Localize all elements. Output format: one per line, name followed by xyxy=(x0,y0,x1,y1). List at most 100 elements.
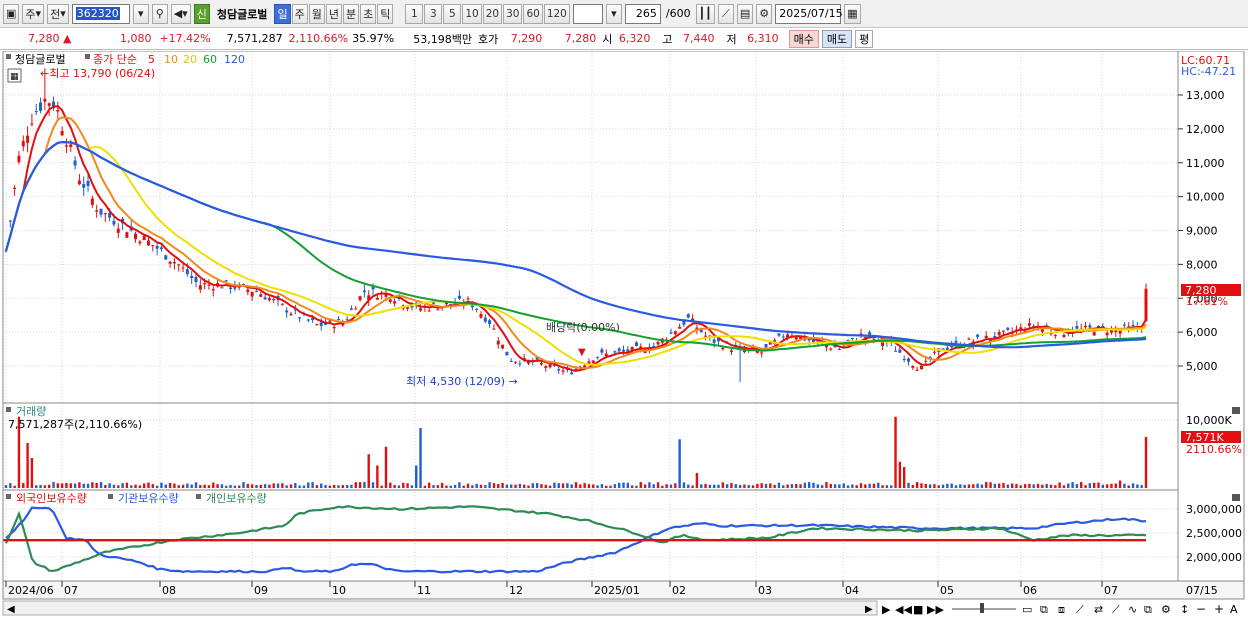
volume-bar xyxy=(112,484,116,488)
volume-bar xyxy=(652,484,655,488)
sell-button[interactable]: 매도 xyxy=(821,29,853,48)
new-listing-badge: 신 xyxy=(193,3,210,24)
panel-close-icon[interactable] xyxy=(1232,494,1240,501)
candle-body xyxy=(898,349,902,353)
dropdown-arrow-icon[interactable]: ▾ xyxy=(132,3,149,24)
scroll-right-icon[interactable]: ▶ xyxy=(865,604,873,615)
volume-bar xyxy=(1118,480,1122,488)
volume-bar xyxy=(1075,484,1079,488)
dropdown-arrow-icon[interactable]: ▾ xyxy=(605,3,622,24)
speaker-icon[interactable]: ◀▾ xyxy=(170,3,191,24)
interval-tab[interactable]: 120 xyxy=(543,3,570,24)
settings-small-icon[interactable]: ⚙ xyxy=(1161,603,1171,616)
volume-bar xyxy=(285,485,288,488)
calendar-icon[interactable]: ▦ xyxy=(844,3,861,24)
candle-body xyxy=(246,289,250,293)
period-tab[interactable]: 일 xyxy=(274,3,291,24)
volume-bar xyxy=(890,485,893,488)
candle-body xyxy=(319,322,323,326)
volume-bar xyxy=(384,446,388,488)
stop-icon[interactable]: ■ xyxy=(913,603,923,616)
zoom-in-icon[interactable]: + xyxy=(1214,602,1224,616)
period-tab[interactable]: 년 xyxy=(325,3,342,24)
volume-bar xyxy=(1019,485,1022,488)
share-icon[interactable]: ⧉ xyxy=(1144,603,1152,616)
date-input[interactable]: 2025/07/15 xyxy=(775,3,843,24)
candle-body xyxy=(457,295,461,299)
candle-body xyxy=(1084,325,1088,328)
interval-tab[interactable]: 3 xyxy=(424,3,443,24)
buy-button[interactable]: 매수 xyxy=(788,29,819,48)
volume-bar xyxy=(82,483,85,488)
reset-icon[interactable]: ↕ xyxy=(1180,603,1189,616)
save-icon[interactable]: ▤ xyxy=(736,3,754,24)
volume-bar xyxy=(125,482,129,488)
interval-tab[interactable]: 30 xyxy=(503,3,523,24)
volume-bar xyxy=(799,484,802,488)
volume-bar xyxy=(777,482,781,488)
line-tool-icon[interactable]: ⟋ xyxy=(717,3,734,24)
interval-tab[interactable]: 5 xyxy=(443,3,462,24)
candle-body xyxy=(168,261,172,264)
window-icon[interactable]: ▣ xyxy=(3,3,20,24)
volume-bar xyxy=(160,482,163,488)
minus-icon[interactable]: ▭ xyxy=(1022,603,1032,616)
fast-forward-icon[interactable]: ▶▶ xyxy=(927,603,944,616)
indicator-icon[interactable]: ⟋ xyxy=(1076,603,1084,616)
copy-icon[interactable]: ⧉ xyxy=(1040,603,1048,616)
volume-bar xyxy=(207,485,211,488)
volume-bar xyxy=(738,484,742,488)
volume-bar xyxy=(851,484,854,488)
volume-bar xyxy=(147,482,150,488)
volume-bar xyxy=(803,482,807,488)
layout-icon[interactable]: ⧈ xyxy=(1058,603,1065,616)
volume-bar xyxy=(816,484,820,488)
auto-scale-icon[interactable]: A xyxy=(1230,603,1238,616)
play-icon[interactable]: ▶ xyxy=(882,603,891,616)
flat-button[interactable]: 평 xyxy=(855,29,874,48)
candle-body xyxy=(794,337,798,340)
stock-code-input[interactable]: 362320 xyxy=(71,3,130,24)
interval-tab[interactable]: 60 xyxy=(523,3,543,24)
interval-tab[interactable]: 20 xyxy=(482,3,503,24)
rewind-icon[interactable]: ◀◀ xyxy=(895,603,912,616)
volume-bar xyxy=(194,482,198,488)
prev-select[interactable]: 전 ▾ xyxy=(47,3,69,24)
interval-tab[interactable]: 1 xyxy=(405,3,424,24)
candle-body xyxy=(837,348,841,350)
candle-body xyxy=(501,344,505,349)
volume-bar xyxy=(497,484,500,488)
trend-icon[interactable]: ∿ xyxy=(1128,603,1137,616)
period-tab[interactable]: 주 xyxy=(291,3,308,24)
compare-icon[interactable]: ⇄ xyxy=(1094,603,1103,616)
period-tab[interactable]: 틱 xyxy=(377,3,394,24)
period-tab[interactable]: 분 xyxy=(342,3,360,24)
panel-close-icon[interactable] xyxy=(1232,407,1240,414)
zoom-slider-handle[interactable] xyxy=(980,603,984,613)
period-tab[interactable]: 초 xyxy=(360,3,377,24)
period-tab[interactable]: 월 xyxy=(308,3,325,24)
candle-body xyxy=(207,284,211,286)
volume-bar xyxy=(212,482,215,488)
market-select[interactable]: 주 ▾ xyxy=(22,3,45,24)
volume-bar xyxy=(324,485,327,488)
zoom-out-icon[interactable]: − xyxy=(1196,602,1206,616)
legend-ma-20: 20 xyxy=(183,53,197,66)
count-input[interactable]: 265 xyxy=(624,3,661,24)
candle-icon[interactable]: ┃┃ xyxy=(695,3,715,24)
candle-body xyxy=(548,363,552,368)
volume-bar xyxy=(544,484,547,488)
search-icon[interactable]: ⚲ xyxy=(151,3,168,24)
volume-bar xyxy=(605,485,608,488)
interval-tab[interactable]: 10 xyxy=(462,3,482,24)
volume-bar xyxy=(795,484,798,488)
period-select[interactable] xyxy=(572,3,603,24)
chart-area[interactable]: 청담글로벌 종가 단순 5 10 20 60 120 ▦ ←최고 13,790 … xyxy=(0,51,1248,621)
horizontal-scrollbar[interactable] xyxy=(2,600,878,616)
scroll-left-icon[interactable]: ◀ xyxy=(7,604,15,615)
volume-bar xyxy=(1114,483,1117,488)
line-icon[interactable]: ⟋ xyxy=(1112,603,1120,616)
volume-bar xyxy=(954,485,958,488)
gear-icon[interactable]: ⚙ xyxy=(756,3,773,24)
volume-bar xyxy=(682,482,686,488)
